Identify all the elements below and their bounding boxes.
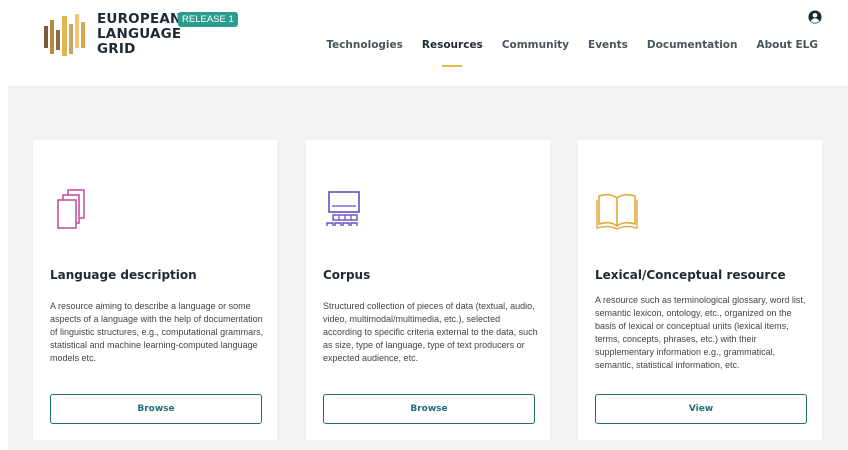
browse-corpus-button[interactable]: Browse	[323, 394, 535, 424]
resource-types-section: Language description A resource aiming t…	[8, 86, 848, 450]
site-header: EUROPEAN LANGUAGE GRID RELEASE 1 Technol…	[0, 0, 848, 86]
card-corpus: Corpus Structured collection of pieces o…	[306, 140, 550, 440]
stacked-pages-icon	[57, 189, 85, 229]
user-circle-icon[interactable]	[808, 10, 822, 24]
elg-logo-icon	[44, 14, 85, 56]
card-lexical-conceptual-resource: Lexical/Conceptual resource A resource s…	[578, 140, 822, 440]
card-title: Lexical/Conceptual resource	[595, 268, 786, 282]
nav-documentation[interactable]: Documentation	[647, 39, 738, 51]
logo-line-3: GRID	[97, 41, 136, 57]
main-nav: Technologies Resources Community Events …	[307, 39, 818, 51]
card-description: Structured collection of pieces of data …	[323, 301, 538, 363]
logo-line-2: LANGUAGE	[97, 26, 182, 42]
card-language-description: Language description A resource aiming t…	[33, 140, 277, 440]
card-title: Corpus	[323, 268, 371, 282]
view-lexical-conceptual-button[interactable]: View	[595, 394, 807, 424]
open-book-icon	[596, 193, 638, 230]
nav-resources[interactable]: Resources	[422, 39, 483, 51]
corpus-screen-icon	[326, 191, 360, 226]
elg-logo[interactable]: EUROPEAN LANGUAGE GRID RELEASE 1	[42, 12, 242, 62]
nav-about-elg[interactable]: About ELG	[757, 39, 819, 51]
release-badge: RELEASE 1	[178, 12, 238, 27]
nav-events[interactable]: Events	[588, 39, 628, 51]
nav-technologies[interactable]: Technologies	[326, 39, 403, 51]
card-description: A resource aiming to describe a language…	[50, 301, 264, 363]
card-description: A resource such as terminological glossa…	[595, 295, 806, 370]
logo-line-1: EUROPEAN	[97, 11, 182, 27]
nav-community[interactable]: Community	[502, 39, 569, 51]
browse-language-description-button[interactable]: Browse	[50, 394, 262, 424]
card-title: Language description	[50, 268, 197, 282]
logo-wordmark: EUROPEAN LANGUAGE GRID	[97, 12, 182, 57]
